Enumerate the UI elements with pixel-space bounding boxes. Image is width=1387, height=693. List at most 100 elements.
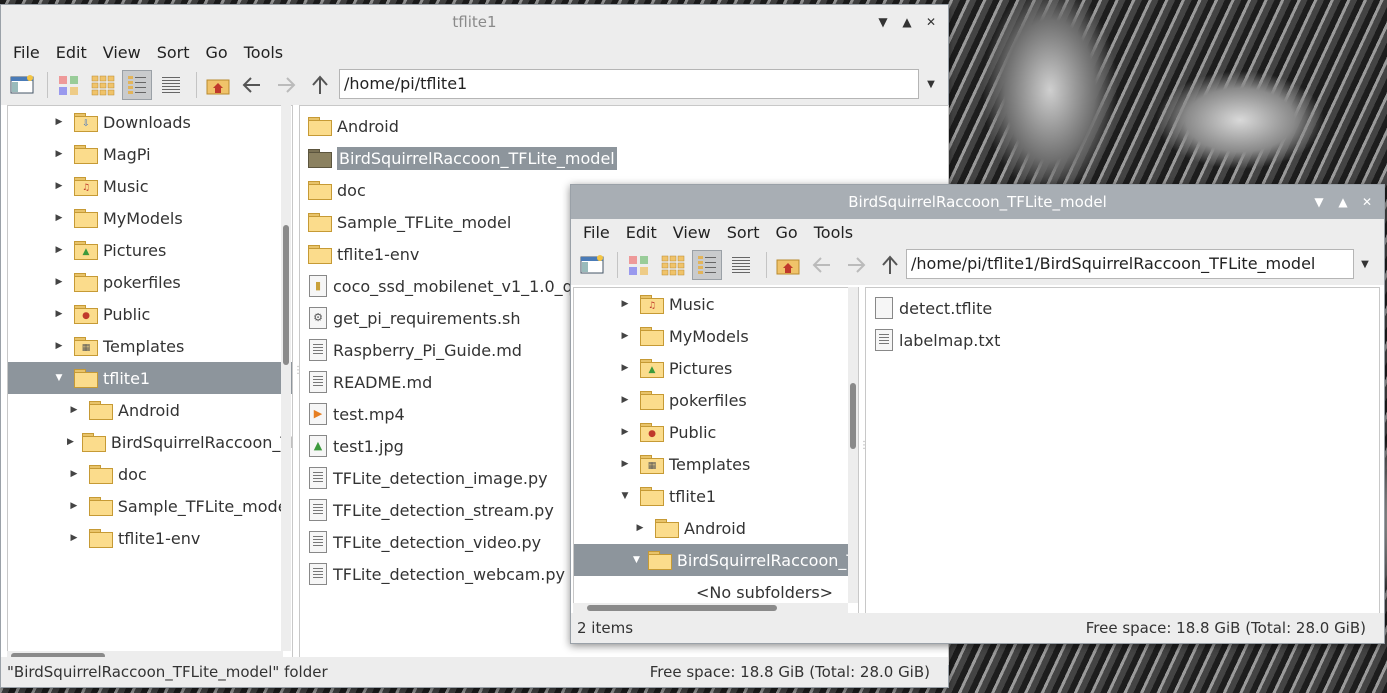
close-icon[interactable]: ✕ bbox=[922, 13, 940, 31]
expander-right-icon[interactable]: ▶ bbox=[67, 437, 74, 447]
sidebar-item[interactable]: ▶ MyModels bbox=[574, 320, 858, 352]
expander-right-icon[interactable]: ▶ bbox=[67, 405, 81, 415]
expander-right-icon[interactable]: ▶ bbox=[52, 149, 66, 159]
back-button[interactable] bbox=[237, 70, 267, 100]
sidebar-item[interactable]: ▶ ▦ Templates bbox=[8, 330, 292, 362]
sidebar-item[interactable]: ▼ tflite1 bbox=[574, 480, 858, 512]
sidebar-item[interactable]: ▶ MagPi bbox=[8, 138, 292, 170]
expander-right-icon[interactable]: ▶ bbox=[618, 427, 632, 437]
path-dropdown-chevron-down-icon[interactable]: ▼ bbox=[923, 69, 939, 99]
sidebar-horizontal-scrollbar[interactable] bbox=[573, 603, 848, 613]
path-input[interactable]: /home/pi/tflite1/BirdSquirrelRaccoon_TFL… bbox=[906, 249, 1354, 279]
menu-tools[interactable]: Tools bbox=[806, 223, 861, 242]
list-view-button[interactable] bbox=[156, 70, 186, 100]
expander-right-icon[interactable]: ▶ bbox=[67, 501, 81, 511]
menu-view[interactable]: View bbox=[665, 223, 719, 242]
menu-file[interactable]: File bbox=[5, 43, 48, 62]
sidebar-item[interactable]: ▶ ♫ Music bbox=[8, 170, 292, 202]
maximize-icon[interactable]: ▲ bbox=[1334, 193, 1352, 211]
file-list-item[interactable]: detect.tflite bbox=[866, 292, 1379, 324]
new-window-button[interactable] bbox=[7, 70, 37, 100]
sidebar-item[interactable]: ▶ ▲ Pictures bbox=[8, 234, 292, 266]
compact-view-button[interactable] bbox=[122, 70, 152, 100]
title-bar[interactable]: tflite1 ▼ ▲ ✕ bbox=[1, 5, 948, 39]
sidebar-item[interactable]: ▶ Sample_TFLite_model bbox=[8, 490, 292, 522]
expander-down-icon[interactable]: ▼ bbox=[52, 373, 66, 383]
list-view-icon bbox=[162, 77, 180, 93]
sidebar-vertical-scrollbar[interactable] bbox=[281, 105, 291, 651]
menu-tools[interactable]: Tools bbox=[236, 43, 291, 62]
file-list-item[interactable]: labelmap.txt bbox=[866, 324, 1379, 356]
menu-edit[interactable]: Edit bbox=[618, 223, 665, 242]
expander-right-icon[interactable]: ▶ bbox=[52, 181, 66, 191]
sidebar-item[interactable]: ▶ doc bbox=[8, 458, 292, 490]
minimize-icon[interactable]: ▼ bbox=[1310, 193, 1328, 211]
menu-view[interactable]: View bbox=[95, 43, 149, 62]
image-file-icon: ▲ bbox=[309, 435, 327, 457]
expander-right-icon[interactable]: ▶ bbox=[67, 469, 81, 479]
expander-right-icon[interactable]: ▶ bbox=[618, 331, 632, 341]
icon-view-button[interactable] bbox=[54, 70, 84, 100]
expander-right-icon[interactable]: ▶ bbox=[52, 117, 66, 127]
back-button[interactable] bbox=[807, 250, 837, 280]
expander-right-icon[interactable]: ▶ bbox=[633, 523, 647, 533]
close-icon[interactable]: ✕ bbox=[1358, 193, 1376, 211]
sidebar-item[interactable]: ▶ ♫ Music bbox=[574, 288, 858, 320]
home-button[interactable] bbox=[203, 70, 233, 100]
sidebar-item[interactable]: ▼ BirdSquirrelRaccoon_TF bbox=[574, 544, 858, 576]
list-view-button[interactable] bbox=[726, 250, 756, 280]
expander-down-icon[interactable]: ▼ bbox=[618, 491, 632, 501]
file-manager-window-birdsquirrelraccoon[interactable]: BirdSquirrelRaccoon_TFLite_model ▼ ▲ ✕ F… bbox=[570, 184, 1385, 644]
icon-view-button[interactable] bbox=[624, 250, 654, 280]
sidebar-item[interactable]: ▶ ⇩ Downloads bbox=[8, 106, 292, 138]
expander-right-icon[interactable]: ▶ bbox=[618, 299, 632, 309]
sidebar-item[interactable]: ▶ MyModels bbox=[8, 202, 292, 234]
maximize-icon[interactable]: ▲ bbox=[898, 13, 916, 31]
folder-icon bbox=[74, 209, 98, 228]
expander-right-icon[interactable]: ▶ bbox=[52, 213, 66, 223]
file-list-item[interactable]: BirdSquirrelRaccoon_TFLite_model bbox=[300, 142, 948, 174]
forward-arrow-icon bbox=[278, 77, 296, 93]
sidebar-item[interactable]: ▶ BirdSquirrelRaccoon_TF bbox=[8, 426, 292, 458]
menu-sort[interactable]: Sort bbox=[719, 223, 768, 242]
file-list-item[interactable]: Android bbox=[300, 110, 948, 142]
expander-right-icon[interactable]: ▶ bbox=[52, 341, 66, 351]
expander-right-icon[interactable]: ▶ bbox=[52, 245, 66, 255]
sidebar-item[interactable]: ▶ ▦ Templates bbox=[574, 448, 858, 480]
title-bar[interactable]: BirdSquirrelRaccoon_TFLite_model ▼ ▲ ✕ bbox=[571, 185, 1384, 219]
menu-sort[interactable]: Sort bbox=[149, 43, 198, 62]
new-window-button[interactable] bbox=[577, 250, 607, 280]
expander-right-icon[interactable]: ▶ bbox=[67, 533, 81, 543]
expander-right-icon[interactable]: ▶ bbox=[52, 309, 66, 319]
sidebar-item[interactable]: ▶ pokerfiles bbox=[574, 384, 858, 416]
sidebar-item[interactable]: ▼ tflite1 bbox=[8, 362, 292, 394]
sidebar-item[interactable]: ▶ ● Public bbox=[574, 416, 858, 448]
expander-right-icon[interactable]: ▶ bbox=[618, 363, 632, 373]
home-button[interactable] bbox=[773, 250, 803, 280]
up-button[interactable] bbox=[875, 250, 905, 280]
sidebar-vertical-scrollbar[interactable] bbox=[848, 287, 858, 603]
minimize-icon[interactable]: ▼ bbox=[874, 13, 892, 31]
menu-edit[interactable]: Edit bbox=[48, 43, 95, 62]
sidebar-item[interactable]: ▶ Android bbox=[8, 394, 292, 426]
menu-go[interactable]: Go bbox=[768, 223, 806, 242]
sidebar-item[interactable]: ▶ tflite1-env bbox=[8, 522, 292, 554]
expander-right-icon[interactable]: ▶ bbox=[618, 459, 632, 469]
forward-button[interactable] bbox=[841, 250, 871, 280]
forward-button[interactable] bbox=[271, 70, 301, 100]
compact-view-button[interactable] bbox=[692, 250, 722, 280]
path-input[interactable]: /home/pi/tflite1 bbox=[339, 69, 919, 99]
menu-go[interactable]: Go bbox=[198, 43, 236, 62]
thumbnail-view-button[interactable] bbox=[658, 250, 688, 280]
expander-right-icon[interactable]: ▶ bbox=[52, 277, 66, 287]
sidebar-item[interactable]: ▶ ▲ Pictures bbox=[574, 352, 858, 384]
thumbnail-view-button[interactable] bbox=[88, 70, 118, 100]
sidebar-item[interactable]: ▶ Android bbox=[574, 512, 858, 544]
sidebar-item[interactable]: ▶ pokerfiles bbox=[8, 266, 292, 298]
sidebar-item[interactable]: ▶ ● Public bbox=[8, 298, 292, 330]
menu-file[interactable]: File bbox=[575, 223, 618, 242]
expander-right-icon[interactable]: ▶ bbox=[618, 395, 632, 405]
up-button[interactable] bbox=[305, 70, 335, 100]
expander-down-icon[interactable]: ▼ bbox=[633, 555, 640, 565]
path-dropdown-chevron-down-icon[interactable]: ▼ bbox=[1357, 249, 1373, 279]
